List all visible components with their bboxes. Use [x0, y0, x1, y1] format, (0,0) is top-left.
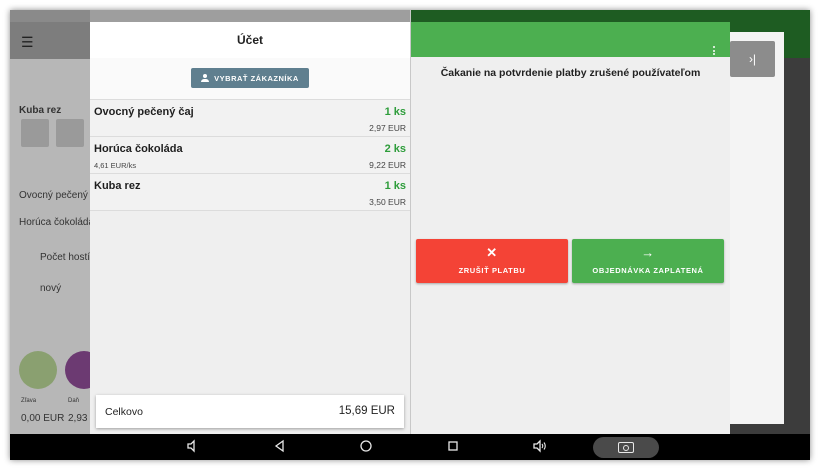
home-icon[interactable] — [358, 439, 374, 455]
edit-icon[interactable] — [56, 119, 84, 147]
tax-value: 2,93 — [68, 413, 88, 424]
total-bar: Celkovo 15,69 EUR — [96, 395, 404, 428]
volume-up-icon[interactable] — [532, 439, 548, 455]
bill-item[interactable]: Ovocný pečený čaj 1 ks 2,97 EUR — [90, 100, 410, 137]
person-icon — [201, 74, 210, 82]
back-icon[interactable] — [272, 439, 288, 455]
payment-panel: Čakanie na potvrdenie platby zrušené pou… — [411, 10, 730, 434]
discount-button[interactable] — [19, 351, 57, 389]
cancel-payment-label: ZRUŠIŤ PLATBU — [458, 266, 526, 275]
payment-toolbar — [411, 10, 730, 57]
background-item-label: Horúca čokoláda — [19, 217, 95, 228]
item-unit-price: 4,61 EUR/ks — [94, 161, 137, 170]
total-value: 15,69 EUR — [338, 405, 395, 417]
navigation-bar — [10, 434, 810, 460]
order-paid-label: OBJEDNÁVKA ZAPLATENÁ — [592, 266, 704, 275]
payment-status-message: Čakanie na potvrdenie platby zrušené pou… — [440, 67, 701, 79]
background-order-panel: Kuba rez Ovocný pečený čaj Horúca čokolá… — [10, 59, 104, 434]
guests-label: Počet hostí — [40, 252, 91, 263]
arrow-right-icon: → — [641, 245, 655, 260]
bill-item[interactable]: Kuba rez 1 ks 3,50 EUR — [90, 174, 410, 211]
tax-label: Daň — [68, 398, 80, 404]
new-label: nový — [40, 283, 62, 294]
item-quantity: 1 ks — [384, 106, 406, 118]
select-customer-button[interactable]: VYBRAŤ ZÁKAZNÍKA — [191, 68, 309, 88]
device-screen: ☰ Kuba rez Ovocný pečený čaj Horúca čoko… — [10, 10, 810, 460]
select-customer-label: VYBRAŤ ZÁKAZNÍKA — [214, 73, 299, 83]
item-quantity: 1 ks — [384, 180, 406, 192]
recents-icon[interactable] — [445, 439, 461, 455]
total-label: Celkovo — [105, 406, 143, 418]
bill-item[interactable]: Horúca čokoláda 4,61 EUR/ks 2 ks 9,22 EU… — [90, 137, 410, 174]
camera-icon — [618, 442, 634, 453]
item-name: Ovocný pečený čaj — [94, 106, 194, 118]
volume-down-icon[interactable] — [185, 439, 201, 455]
item-quantity: 2 ks — [384, 143, 406, 155]
background-customer-label: Kuba rez — [19, 105, 62, 116]
order-paid-button[interactable]: → OBJEDNÁVKA ZAPLATENÁ — [572, 239, 724, 283]
item-price: 3,50 EUR — [369, 197, 406, 207]
item-name: Kuba rez — [94, 180, 141, 192]
bill-panel: Účet VYBRAŤ ZÁKAZNÍKA Ovocný pečený čaj … — [90, 10, 410, 434]
next-icon[interactable]: ›| — [730, 41, 775, 77]
item-price: 2,97 EUR — [369, 123, 406, 133]
discount-value: 0,00 EUR — [21, 413, 65, 424]
more-vert-icon[interactable] — [713, 46, 716, 56]
discount-label: Zľava — [21, 398, 37, 404]
screenshot-button[interactable] — [593, 437, 659, 458]
bill-title: Účet — [236, 33, 263, 47]
close-icon: ✕ — [486, 245, 498, 260]
background-card — [730, 32, 784, 424]
delete-icon[interactable] — [21, 119, 49, 147]
item-price: 9,22 EUR — [369, 160, 406, 170]
cancel-payment-button[interactable]: ✕ ZRUŠIŤ PLATBU — [416, 239, 568, 283]
menu-icon[interactable]: ☰ — [21, 34, 34, 51]
item-name: Horúca čokoláda — [94, 143, 183, 155]
